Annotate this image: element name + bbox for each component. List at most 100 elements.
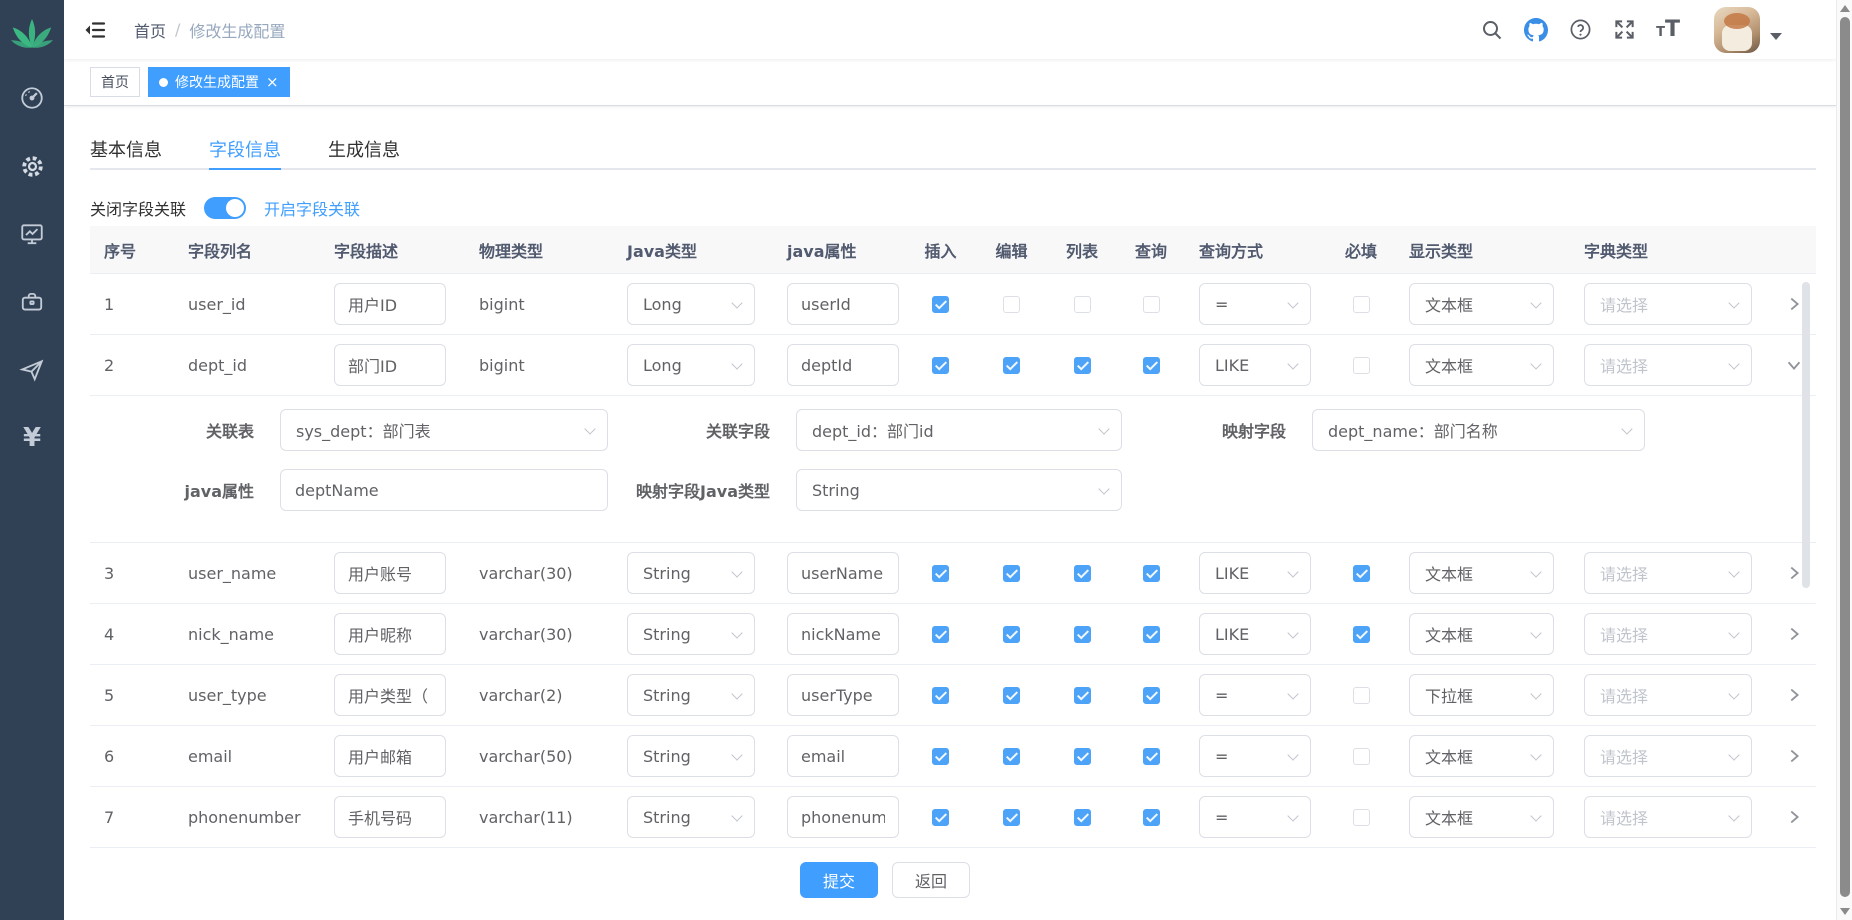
list-checkbox[interactable] (1074, 357, 1091, 374)
submit-button[interactable]: 提交 (800, 862, 878, 898)
dict-type-select[interactable]: 请选择 (1584, 552, 1752, 594)
query-checkbox[interactable] (1143, 357, 1160, 374)
tab-basic-info[interactable]: 基本信息 (90, 134, 162, 168)
dict-type-select[interactable]: 请选择 (1584, 283, 1752, 325)
relation-table-select[interactable]: sys_dept：部门表 (280, 409, 608, 451)
mapping-field-select[interactable]: dept_name：部门名称 (1312, 409, 1645, 451)
required-checkbox[interactable] (1353, 687, 1370, 704)
query-checkbox[interactable] (1143, 565, 1160, 582)
query-mode-select[interactable]: LIKE (1199, 344, 1311, 386)
sidebar-item-system[interactable] (0, 132, 64, 200)
page-scrollbar-thumb[interactable] (1840, 17, 1850, 897)
insert-checkbox[interactable] (932, 687, 949, 704)
required-checkbox[interactable] (1353, 296, 1370, 313)
expand-row-icon[interactable] (1784, 746, 1804, 766)
list-checkbox[interactable] (1074, 809, 1091, 826)
relation-field-select[interactable]: dept_id：部门id (796, 409, 1122, 451)
query-checkbox[interactable] (1143, 626, 1160, 643)
sidebar-item-monitor[interactable] (0, 200, 64, 268)
field-association-switch[interactable] (204, 197, 246, 219)
java-type-select[interactable]: String (627, 796, 755, 838)
scroll-down-arrow-icon[interactable] (1840, 908, 1850, 915)
query-checkbox[interactable] (1143, 809, 1160, 826)
github-icon[interactable] (1524, 18, 1548, 42)
java-type-select[interactable]: String (627, 735, 755, 777)
dropdown-caret-icon[interactable] (1770, 33, 1782, 40)
tag-close-icon[interactable]: × (266, 75, 279, 90)
required-checkbox[interactable] (1353, 748, 1370, 765)
java-property-input[interactable] (787, 283, 899, 325)
java-property-input[interactable] (787, 552, 899, 594)
fullscreen-icon[interactable] (1612, 18, 1636, 42)
query-mode-select[interactable]: = (1199, 735, 1311, 777)
sidebar-fold-icon[interactable] (84, 19, 106, 41)
table-scrollbar-thumb[interactable] (1802, 282, 1810, 588)
display-type-select[interactable]: 文本框 (1409, 552, 1554, 594)
required-checkbox[interactable] (1353, 357, 1370, 374)
expand-row-icon[interactable] (1784, 685, 1804, 705)
dict-type-select[interactable]: 请选择 (1584, 344, 1752, 386)
description-input[interactable] (334, 283, 446, 325)
query-mode-select[interactable]: LIKE (1199, 613, 1311, 655)
query-mode-select[interactable]: LIKE (1199, 552, 1311, 594)
required-checkbox[interactable] (1353, 565, 1370, 582)
edit-checkbox[interactable] (1003, 748, 1020, 765)
description-input[interactable] (334, 613, 446, 655)
java-type-select[interactable]: Long (627, 283, 755, 325)
back-button[interactable]: 返回 (892, 862, 970, 898)
description-input[interactable] (334, 796, 446, 838)
description-input[interactable] (334, 674, 446, 716)
list-checkbox[interactable] (1074, 687, 1091, 704)
insert-checkbox[interactable] (932, 357, 949, 374)
edit-checkbox[interactable] (1003, 357, 1020, 374)
display-type-select[interactable]: 文本框 (1409, 796, 1554, 838)
list-checkbox[interactable] (1074, 626, 1091, 643)
query-mode-select[interactable]: = (1199, 283, 1311, 325)
query-checkbox[interactable] (1143, 687, 1160, 704)
font-size-icon[interactable]: TT (1656, 17, 1680, 42)
list-checkbox[interactable] (1074, 565, 1091, 582)
edit-checkbox[interactable] (1003, 809, 1020, 826)
insert-checkbox[interactable] (932, 296, 949, 313)
java-property-input[interactable] (787, 796, 899, 838)
query-checkbox[interactable] (1143, 748, 1160, 765)
assoc-java-property-input[interactable] (280, 469, 608, 511)
list-checkbox[interactable] (1074, 296, 1091, 313)
list-checkbox[interactable] (1074, 748, 1091, 765)
required-checkbox[interactable] (1353, 626, 1370, 643)
expand-row-icon[interactable] (1784, 294, 1804, 314)
java-type-select[interactable]: Long (627, 344, 755, 386)
description-input[interactable] (334, 552, 446, 594)
java-property-input[interactable] (787, 674, 899, 716)
help-icon[interactable] (1568, 18, 1592, 42)
edit-checkbox[interactable] (1003, 687, 1020, 704)
java-type-select[interactable]: String (627, 674, 755, 716)
display-type-select[interactable]: 文本框 (1409, 735, 1554, 777)
dict-type-select[interactable]: 请选择 (1584, 796, 1752, 838)
java-property-input[interactable] (787, 344, 899, 386)
insert-checkbox[interactable] (932, 626, 949, 643)
collapse-row-icon[interactable] (1784, 355, 1804, 375)
insert-checkbox[interactable] (932, 748, 949, 765)
sidebar-item-dashboard[interactable] (0, 64, 64, 132)
java-property-input[interactable] (787, 735, 899, 777)
java-type-select[interactable]: String (627, 613, 755, 655)
tag-home[interactable]: 首页 (90, 67, 140, 97)
mapping-java-type-select[interactable]: String (796, 469, 1122, 511)
query-mode-select[interactable]: = (1199, 674, 1311, 716)
avatar[interactable] (1714, 7, 1760, 53)
description-input[interactable] (334, 735, 446, 777)
tab-field-info[interactable]: 字段信息 (209, 134, 281, 168)
expand-row-icon[interactable] (1784, 563, 1804, 583)
edit-checkbox[interactable] (1003, 296, 1020, 313)
display-type-select[interactable]: 文本框 (1409, 613, 1554, 655)
display-type-select[interactable]: 文本框 (1409, 344, 1554, 386)
expand-row-icon[interactable] (1784, 807, 1804, 827)
query-checkbox[interactable] (1143, 296, 1160, 313)
dict-type-select[interactable]: 请选择 (1584, 674, 1752, 716)
search-icon[interactable] (1480, 18, 1504, 42)
tag-edit-gen-config[interactable]: 修改生成配置 × (148, 67, 290, 97)
tab-gen-info[interactable]: 生成信息 (328, 134, 400, 168)
required-checkbox[interactable] (1353, 809, 1370, 826)
query-mode-select[interactable]: = (1199, 796, 1311, 838)
